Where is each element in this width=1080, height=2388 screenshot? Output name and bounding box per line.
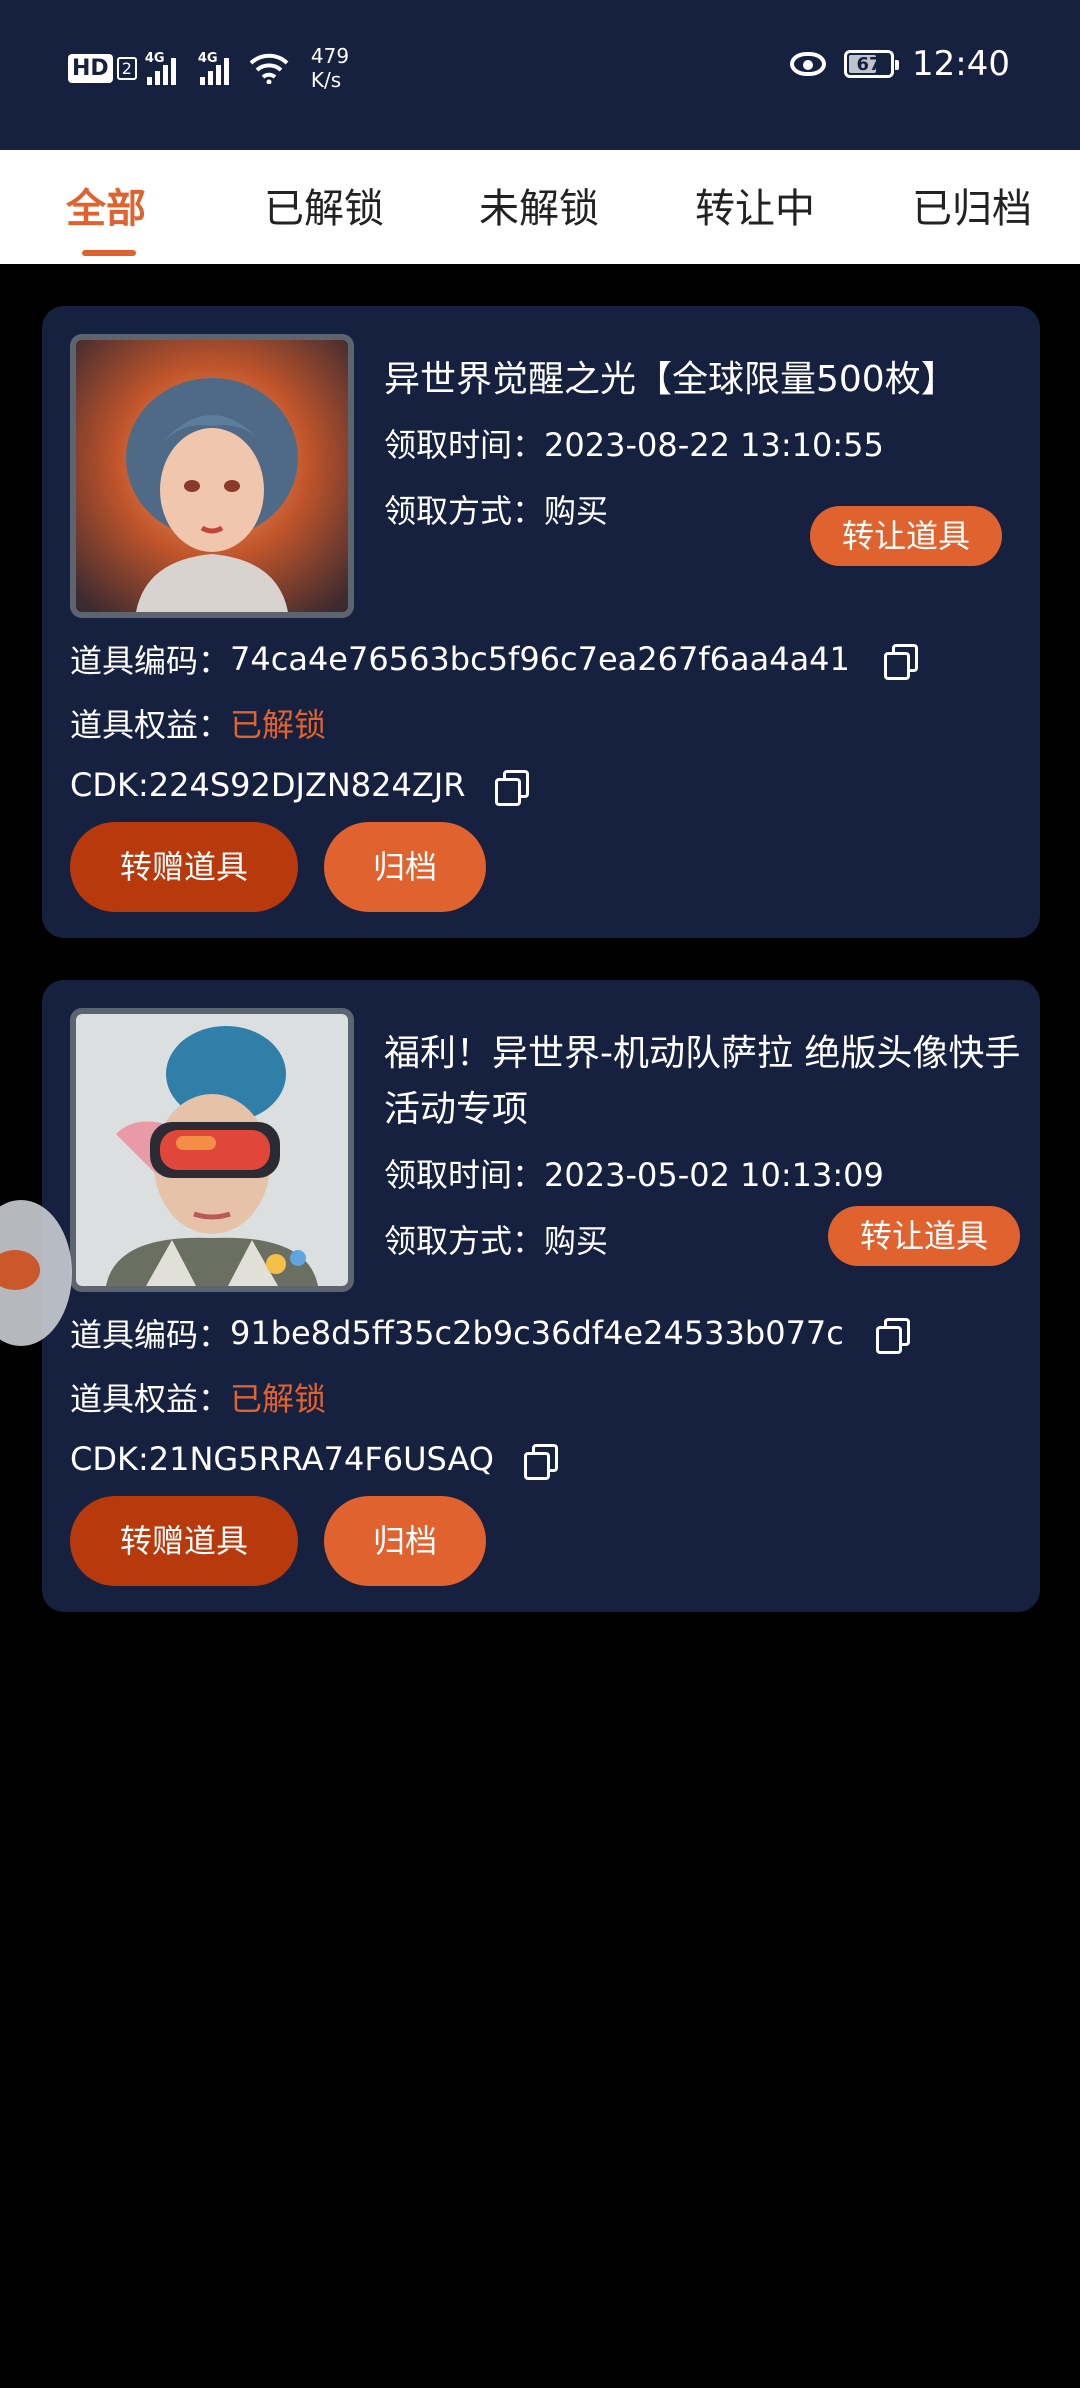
eye-comfort-icon (790, 52, 827, 76)
active-tab-indicator (82, 250, 136, 256)
status-left: HD 2 4G 4G 479 K/s (68, 44, 349, 92)
tab-all[interactable]: 全部 (66, 176, 146, 234)
tab-archived[interactable]: 已归档 (912, 176, 1032, 234)
cdk-row: CDK:21NG5RRA74F6USAQ (70, 1440, 558, 1480)
item-code-row: 道具编码： 74ca4e76563bc5f96c7ea267f6aa4a41 (70, 636, 918, 682)
archive-button[interactable]: 归档 (324, 1496, 486, 1586)
rights-status: 已解锁 (230, 1380, 327, 1418)
gift-item-button[interactable]: 转赠道具 (70, 822, 298, 912)
item-card: 异世界觉醒之光【全球限量500枚】 领取时间：2023-08-22 13:10:… (42, 306, 1040, 938)
item-card: 福利！异世界-机动队萨拉 绝版头像快手活动专项 领取时间：2023-05-02 … (42, 980, 1040, 1612)
item-title: 福利！异世界-机动队萨拉 绝版头像快手活动专项 (384, 1033, 1021, 1130)
rights-status: 已解锁 (230, 706, 327, 744)
claim-time: 领取时间：2023-05-02 10:13:09 (384, 1156, 884, 1194)
status-right: 67 12:40 (790, 44, 1010, 84)
item-code: 91be8d5ff35c2b9c36df4e24533b077c (230, 1314, 844, 1352)
item-title: 异世界觉醒之光【全球限量500枚】 (384, 359, 957, 400)
item-rights-row: 道具权益： 已解锁 (70, 1374, 326, 1420)
item-thumbnail[interactable] (70, 1008, 354, 1292)
item-rights-row: 道具权益： 已解锁 (70, 700, 326, 746)
tab-transferring[interactable]: 转让中 (695, 176, 815, 234)
filter-tabs: 全部 已解锁 未解锁 转让中 已归档 (0, 150, 1080, 264)
copy-icon[interactable] (495, 770, 530, 806)
network-speed: 479 K/s (310, 44, 350, 92)
item-code: 74ca4e76563bc5f96c7ea267f6aa4a41 (230, 640, 850, 678)
archive-button[interactable]: 归档 (324, 822, 486, 912)
tab-unlocked[interactable]: 已解锁 (264, 176, 384, 234)
status-bar: HD 2 4G 4G 479 K/s 67 12:40 (0, 0, 1080, 150)
gift-item-button[interactable]: 转赠道具 (70, 1496, 298, 1586)
cdk-row: CDK:224S92DJZN824ZJR (70, 766, 530, 806)
claim-method: 领取方式：购买 (384, 1222, 609, 1260)
hd-voice-icon: HD (68, 53, 113, 83)
transfer-item-button[interactable]: 转让道具 (810, 506, 1003, 566)
signal-icon-2: 4G (198, 51, 229, 85)
copy-icon[interactable] (523, 1444, 558, 1480)
claim-time: 领取时间：2023-08-22 13:10:55 (384, 426, 884, 464)
claim-method: 领取方式：购买 (384, 492, 609, 530)
wifi-icon (249, 53, 289, 84)
clock: 12:40 (912, 44, 1010, 84)
sim2-badge: 2 (116, 56, 137, 80)
cdk-code: CDK:21NG5RRA74F6USAQ (70, 1440, 494, 1478)
item-thumbnail[interactable] (70, 334, 354, 618)
tab-locked[interactable]: 未解锁 (479, 176, 599, 234)
copy-icon[interactable] (875, 1318, 910, 1354)
signal-icon-1: 4G (145, 51, 176, 85)
battery-icon: 67 (844, 50, 900, 78)
copy-icon[interactable] (883, 644, 918, 680)
cdk-code: CDK:224S92DJZN824ZJR (70, 766, 466, 804)
transfer-item-button[interactable]: 转让道具 (828, 1206, 1021, 1266)
item-code-row: 道具编码： 91be8d5ff35c2b9c36df4e24533b077c (70, 1310, 910, 1356)
